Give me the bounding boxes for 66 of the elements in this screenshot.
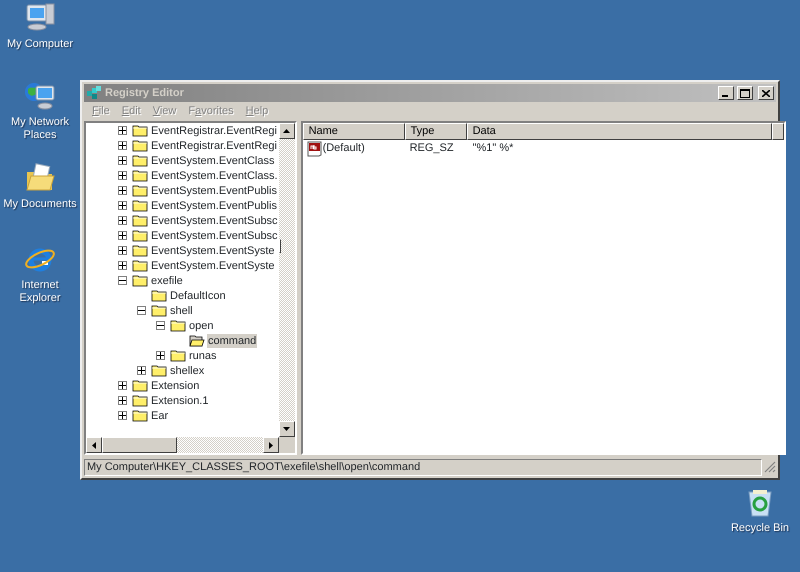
tree-item[interactable]: Ear — [150, 408, 170, 422]
scroll-thumb[interactable] — [102, 437, 177, 453]
tree-item[interactable]: Extension — [150, 378, 200, 392]
expand-icon[interactable] — [118, 201, 127, 210]
icon-label: My Documents — [3, 198, 77, 211]
tree-item[interactable]: EventSystem.EventClass. — [150, 168, 279, 182]
value-data: "%1" %* — [472, 141, 514, 156]
close-icon — [762, 90, 770, 96]
value-type: REG_SZ — [408, 141, 455, 156]
expand-icon[interactable] — [118, 186, 127, 195]
registry-icon — [86, 85, 102, 101]
scroll-left-icon[interactable] — [86, 437, 102, 453]
tree-item[interactable]: EventSystem.EventSyste — [150, 244, 276, 258]
tree-item[interactable]: runas — [188, 348, 218, 362]
icon-label: Recycle Bin — [730, 522, 790, 535]
tree-item[interactable]: EventSystem.EventSubsc — [150, 214, 279, 228]
tree-item[interactable]: open — [188, 318, 214, 332]
collapse-icon[interactable] — [156, 321, 165, 330]
expand-icon[interactable] — [137, 366, 146, 375]
scroll-up-icon[interactable] — [278, 123, 295, 139]
tree-item[interactable]: EventSystem.EventSyste — [150, 258, 276, 272]
tree-item[interactable]: shell — [169, 304, 194, 318]
expand-icon[interactable] — [118, 171, 127, 180]
column-header[interactable]: Data — [466, 123, 772, 140]
expand-icon[interactable] — [118, 156, 127, 165]
expand-icon[interactable] — [118, 141, 127, 150]
expand-icon[interactable] — [118, 381, 127, 390]
tree-item[interactable]: EventRegistrar.EventRegi — [150, 124, 278, 138]
resize-grip-icon[interactable] — [764, 461, 776, 473]
value-name[interactable]: (Default) — [322, 140, 365, 157]
expand-icon[interactable] — [118, 396, 127, 405]
string-value-icon — [306, 140, 323, 156]
expand-icon[interactable] — [118, 126, 127, 135]
maximize-icon — [740, 88, 750, 98]
tree-item[interactable]: EventRegistrar.EventRegi — [150, 138, 278, 152]
tree-item[interactable]: EventSystem.EventSubsc — [150, 228, 279, 242]
icon-label: Internet Explorer — [18, 279, 62, 305]
expand-icon[interactable] — [118, 261, 127, 270]
expand-icon[interactable] — [118, 411, 127, 420]
tree-item[interactable]: command — [207, 334, 258, 348]
expand-icon[interactable] — [118, 216, 127, 225]
network-icon[interactable] — [24, 80, 56, 112]
expand-icon[interactable] — [118, 246, 127, 255]
tree-item[interactable]: EventSystem.EventClass — [150, 154, 276, 168]
vertical-scrollbar[interactable] — [278, 123, 295, 437]
icon-label: My Computer — [6, 38, 74, 51]
column-header[interactable]: Name — [302, 123, 405, 140]
expand-icon[interactable] — [118, 231, 127, 240]
tree-item[interactable]: Extension.1 — [150, 394, 210, 408]
status-bar: My Computer\HKEY_CLASSES_ROOT\exefile\shell\open\command — [84, 458, 762, 476]
tree-item[interactable]: DefaultIcon — [169, 288, 227, 302]
collapse-icon[interactable] — [118, 276, 127, 285]
icon-label: My Network Places — [10, 116, 70, 142]
collapse-icon[interactable] — [137, 306, 146, 315]
column-header[interactable]: Type — [404, 123, 467, 140]
tree-item[interactable]: shellex — [169, 364, 206, 378]
horizontal-scrollbar[interactable] — [86, 437, 295, 453]
tree-item[interactable]: EventSystem.EventPublis — [150, 198, 278, 212]
scroll-thumb[interactable] — [278, 239, 281, 253]
scroll-down-icon[interactable] — [278, 421, 295, 437]
tree-item[interactable]: EventSystem.EventPublis — [150, 184, 278, 198]
scrollbar-corner — [278, 437, 295, 453]
tree-item[interactable]: exefile — [150, 274, 184, 288]
window-title: Registry Editor — [105, 86, 185, 101]
scroll-right-icon[interactable] — [262, 437, 279, 453]
expand-icon[interactable] — [156, 351, 165, 360]
